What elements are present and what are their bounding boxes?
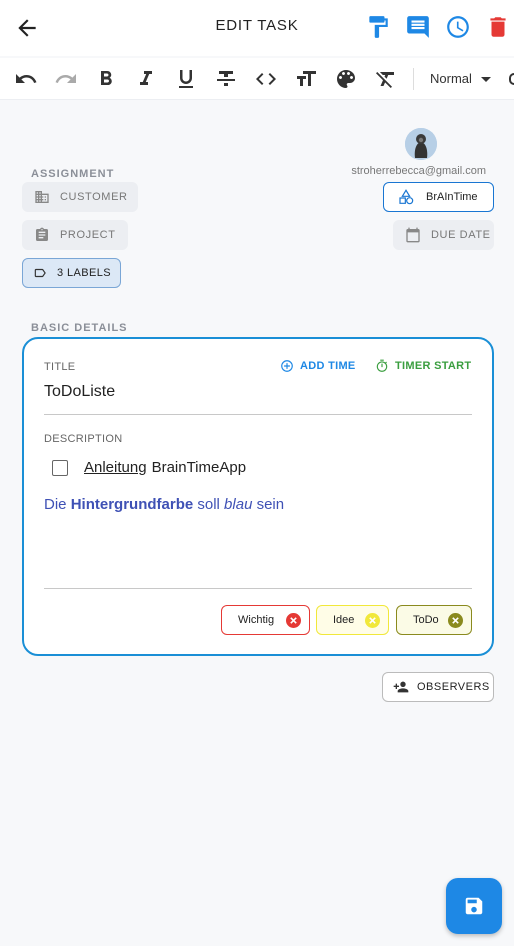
desc-part-3: sein <box>252 496 285 513</box>
app-header: EDIT TASK <box>0 0 514 56</box>
team-button[interactable]: BrAInTime <box>383 182 494 212</box>
clock-icon[interactable] <box>445 14 471 40</box>
add-circle-icon <box>281 360 293 372</box>
code-icon[interactable] <box>254 67 278 91</box>
tag-todo[interactable]: ToDo <box>396 605 472 635</box>
italic-icon[interactable] <box>134 67 158 91</box>
underline-icon[interactable] <box>174 67 198 91</box>
assignee-email: stroherrebecca@gmail.com <box>351 165 486 177</box>
avatar[interactable] <box>405 128 437 160</box>
checklist-item: Anleitung BrainTimeApp <box>52 459 246 476</box>
checklist-link[interactable]: Anleitung <box>84 459 147 476</box>
tag-idee[interactable]: Idee <box>316 605 389 635</box>
desc-part-2: soll <box>193 496 225 513</box>
title-label: TITLE <box>44 361 76 373</box>
calendar-icon <box>406 227 420 243</box>
timer-start-button[interactable]: TIMER START <box>375 359 471 373</box>
team-label: BrAInTime <box>426 191 478 203</box>
tag-wichtig[interactable]: Wichtig <box>221 605 310 635</box>
tag-label: Idee <box>333 614 355 626</box>
project-label: PROJECT <box>60 229 116 241</box>
desc-italic: blau <box>224 496 253 513</box>
desc-part-1: Die <box>44 496 71 513</box>
timer-start-label: TIMER START <box>395 360 472 372</box>
description-text[interactable]: Die Hintergrundfarbe soll blau sein <box>44 496 284 513</box>
due-date-button[interactable]: DUE DATE <box>393 220 494 250</box>
delete-icon[interactable] <box>485 14 511 40</box>
timer-icon <box>376 359 388 372</box>
comment-icon[interactable] <box>405 14 431 40</box>
format-paint-icon[interactable] <box>365 14 391 40</box>
desc-bold: Hintergrundfarbe <box>70 496 194 513</box>
description-label: DESCRIPTION <box>44 433 123 445</box>
palette-icon[interactable] <box>334 67 358 91</box>
title-divider <box>44 414 472 415</box>
checklist-text: BrainTimeApp <box>151 459 247 476</box>
label-icon <box>34 268 46 278</box>
gorilla-icon <box>405 128 437 160</box>
project-button[interactable]: PROJECT <box>22 220 128 250</box>
redo-icon[interactable] <box>54 67 78 91</box>
strikethrough-icon[interactable] <box>214 67 238 91</box>
assignment-label: ASSIGNMENT <box>31 168 115 180</box>
toolbar-overflow-icon[interactable] <box>509 73 514 85</box>
tag-label: ToDo <box>413 614 439 626</box>
description-divider <box>44 588 472 589</box>
customer-button[interactable]: CUSTOMER <box>22 182 138 212</box>
close-icon[interactable] <box>448 613 463 628</box>
tag-label: Wichtig <box>238 614 275 626</box>
shapes-icon <box>399 189 414 205</box>
labels-count: 3 LABELS <box>57 267 111 279</box>
editor-toolbar: Normal <box>0 58 514 100</box>
building-icon <box>35 191 49 203</box>
toolbar-separator <box>413 68 414 90</box>
save-button[interactable] <box>446 878 502 934</box>
close-icon[interactable] <box>365 613 380 628</box>
add-time-label: ADD TIME <box>300 360 356 372</box>
person-add-icon <box>393 681 409 693</box>
close-icon[interactable] <box>286 613 301 628</box>
add-time-button[interactable]: ADD TIME <box>280 359 356 373</box>
basic-details-card: TITLE ADD TIME TIMER START ToDoListe DES… <box>22 337 494 656</box>
bold-icon[interactable] <box>94 67 118 91</box>
observers-label: OBSERVERS <box>417 681 490 693</box>
text-size-icon[interactable] <box>294 67 318 91</box>
clear-format-icon[interactable] <box>374 67 398 91</box>
clipboard-icon <box>36 227 48 241</box>
format-select[interactable]: Normal <box>430 71 472 86</box>
due-date-label: DUE DATE <box>431 229 491 241</box>
basic-details-label: BASIC DETAILS <box>31 322 128 334</box>
checklist-checkbox[interactable] <box>52 459 68 476</box>
chevron-down-icon[interactable] <box>481 77 491 82</box>
undo-icon[interactable] <box>14 67 38 91</box>
title-input[interactable]: ToDoListe <box>44 383 115 401</box>
page-title: EDIT TASK <box>215 17 299 34</box>
labels-button[interactable]: 3 LABELS <box>22 258 121 288</box>
customer-label: CUSTOMER <box>60 191 128 203</box>
observers-button[interactable]: OBSERVERS <box>382 672 494 702</box>
save-icon <box>465 897 483 915</box>
